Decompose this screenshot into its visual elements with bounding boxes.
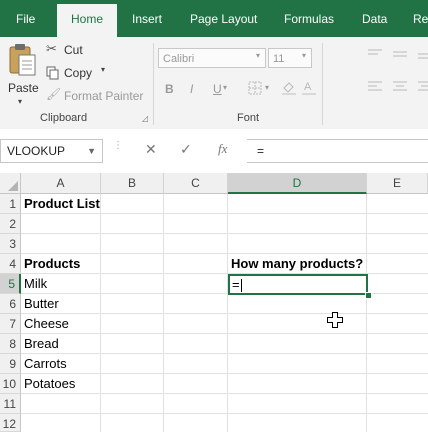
worksheet-grid: A B C D E 1 2 3 4 5 6 7 8 9 10 11 12 Pro… (0, 173, 428, 432)
font-size-chevron-down-icon: ▾ (302, 51, 307, 60)
paste-label: Paste (8, 81, 39, 95)
align-left-icon (368, 81, 382, 91)
column-header-e[interactable]: E (367, 173, 428, 194)
clipboard-dialog-launcher-icon[interactable]: ◿ (142, 114, 148, 123)
cancel-entry-icon[interactable]: ✕ (145, 141, 157, 158)
paste-button[interactable]: Paste ▾ (4, 41, 40, 106)
group-separator (153, 43, 154, 125)
tab-insert[interactable]: Insert (132, 0, 162, 37)
formula-input[interactable]: = (247, 139, 428, 163)
name-box-chevron-down-icon[interactable]: ▼ (87, 140, 96, 162)
italic-button: I (190, 82, 194, 96)
text-caret (240, 279, 242, 293)
cell-a10[interactable]: Potatoes (21, 374, 75, 394)
borders-chevron-down-icon: ▾ (265, 83, 270, 92)
column-header-d[interactable]: D (228, 173, 367, 194)
gridline (163, 194, 164, 432)
cell-a6[interactable]: Butter (21, 294, 59, 314)
row-header-5[interactable]: 5 (0, 274, 21, 294)
ribbon-tab-bar: File Home Insert Page Layout Formulas Da… (0, 0, 428, 37)
column-header-c[interactable]: C (164, 173, 228, 194)
cut-label: Cut (64, 43, 83, 57)
cell-a1[interactable]: Product List (21, 194, 100, 214)
format-painter-label: Format Painter (64, 89, 144, 103)
align-bottom-icon (418, 53, 428, 59)
gridline (227, 194, 228, 432)
cell-a7[interactable]: Cheese (21, 314, 69, 334)
insert-function-icon[interactable]: fx (218, 141, 227, 157)
paste-icon (9, 44, 36, 76)
select-all-corner[interactable] (0, 173, 21, 194)
active-cell-value: = (232, 277, 240, 292)
cell-a5[interactable]: Milk (21, 274, 47, 294)
cell-a9[interactable]: Carrots (21, 354, 67, 374)
tab-home[interactable]: Home (57, 4, 117, 37)
gridline (366, 194, 367, 432)
row-header-9[interactable]: 9 (0, 354, 21, 374)
clipboard-group-label: Clipboard (40, 112, 88, 124)
cell-select-cursor-icon (327, 312, 343, 328)
confirm-entry-icon[interactable]: ✓ (180, 141, 192, 158)
cell-d4[interactable]: How many products? (228, 254, 363, 274)
column-header-a[interactable]: A (21, 173, 101, 194)
tab-page-layout[interactable]: Page Layout (190, 0, 257, 37)
cut-button[interactable]: ✂ Cut (45, 41, 105, 59)
row-header-2[interactable]: 2 (0, 214, 21, 234)
gridline (100, 194, 101, 432)
row-header-6[interactable]: 6 (0, 294, 21, 314)
align-top-icon (368, 49, 382, 55)
align-middle-icon (393, 51, 407, 57)
font-name-chevron-down-icon: ▾ (256, 51, 261, 60)
format-painter-icon: 🖌 (46, 87, 62, 101)
cell-a8[interactable]: Bread (21, 334, 59, 354)
formula-bar-grip-icon[interactable]: ⋮ (113, 141, 123, 159)
copy-chevron-down-icon: ▾ (101, 65, 106, 74)
row-header-8[interactable]: 8 (0, 334, 21, 354)
align-right-icon (418, 81, 428, 91)
group-separator (322, 43, 323, 125)
row-header-12[interactable]: 12 (0, 414, 21, 432)
font-group-label: Font (237, 112, 260, 124)
row-header-3[interactable]: 3 (0, 234, 21, 254)
svg-text:A: A (304, 81, 312, 93)
tab-formulas[interactable]: Formulas (284, 0, 334, 37)
row-header-7[interactable]: 7 (0, 314, 21, 334)
tab-data[interactable]: Data (362, 0, 387, 37)
copy-button[interactable]: Copy ▾ (45, 64, 115, 82)
font-color-icon: A (302, 81, 316, 95)
copy-label: Copy (64, 66, 93, 80)
active-cell-d5[interactable]: = (228, 274, 368, 295)
row-header-4[interactable]: 4 (0, 254, 21, 274)
borders-icon (248, 81, 262, 95)
align-center-icon (393, 81, 407, 91)
fill-handle[interactable] (365, 292, 372, 299)
format-painter-button: 🖌 Format Painter (45, 87, 145, 105)
formula-bar: VLOOKUP ▼ ⋮ ✕ ✓ fx = (0, 129, 428, 173)
copy-icon (46, 66, 59, 80)
row-header-10[interactable]: 10 (0, 374, 21, 394)
row-header-1[interactable]: 1 (0, 194, 21, 214)
name-box-value: VLOOKUP (7, 144, 66, 158)
select-all-triangle-icon (8, 181, 18, 191)
scissors-icon: ✂ (46, 41, 57, 56)
paste-chevron-down-icon: ▾ (18, 97, 23, 106)
bold-button: B (165, 82, 174, 96)
cell-a4[interactable]: Products (21, 254, 80, 274)
column-header-b[interactable]: B (101, 173, 164, 194)
underline-button: U (213, 82, 222, 96)
name-box[interactable]: VLOOKUP ▼ (0, 139, 103, 163)
fill-color-icon (282, 82, 296, 95)
tab-file[interactable]: File (16, 0, 35, 37)
font-name-combo: Calibri (158, 48, 266, 68)
tab-review[interactable]: Re (413, 0, 428, 37)
ribbon: Paste ▾ ✂ Cut Copy ▾ 🖌 Format Painter Cl… (0, 37, 428, 130)
underline-chevron-down-icon: ▾ (223, 83, 228, 92)
row-header-11[interactable]: 11 (0, 394, 21, 414)
